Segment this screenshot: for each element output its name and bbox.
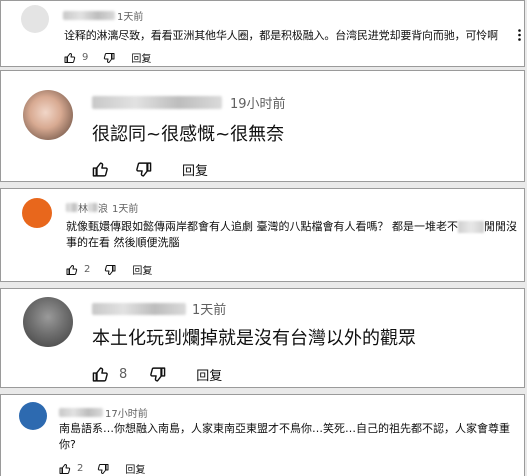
like-count: 8 (119, 367, 128, 382)
avatar[interactable] (23, 297, 73, 347)
comment-card: 林 浪 1天前 就像甄嬛傳跟如懿傳兩岸都會有人追劇 臺灣的八點檔會有人看嗎？ 都… (0, 188, 525, 282)
like-count: 2 (84, 264, 91, 275)
more-vertical-icon[interactable] (515, 29, 524, 41)
comment-card: 17小时前 南島語系…你想融入南島，人家東南亞東盟才不鳥你…笑死…自己的祖先都不… (0, 394, 525, 476)
censor-mask (458, 221, 484, 233)
reply-button[interactable]: 回复 (196, 365, 222, 384)
thumb-up-icon[interactable] (92, 161, 109, 178)
thumb-up-icon[interactable] (66, 264, 78, 276)
comment-time[interactable]: 17小时前 (105, 405, 148, 420)
comment-text: 南島語系…你想融入南島，人家東南亞東盟才不鳥你…笑死…自己的祖先都不認，人家會尊… (59, 422, 510, 451)
comment-card: 1天前 本土化玩到爛掉就是沒有台灣以外的觀眾 8 回复 (0, 288, 525, 388)
thumb-up-icon[interactable] (64, 52, 76, 64)
comment-text: 就像甄嬛傳跟如懿傳兩岸都會有人追劇 臺灣的八點檔會有人看嗎？ 都是一堆老不 閒閒沒… (66, 219, 518, 251)
blurred-username[interactable] (88, 203, 98, 212)
blurred-username[interactable] (59, 408, 103, 417)
comment-text: 本土化玩到爛掉就是沒有台灣以外的觀眾 (92, 328, 416, 349)
comment-text-part: 就像甄嬛傳跟如懿傳兩岸都會有人追劇 臺灣的八點檔會有人看嗎？ 都是一堆老不 (66, 220, 458, 233)
thumb-down-icon[interactable] (149, 366, 166, 383)
blurred-username[interactable] (92, 96, 222, 109)
comment-author: 19小时前 (92, 93, 286, 112)
avatar[interactable] (23, 90, 73, 140)
reply-button[interactable]: 回复 (125, 461, 145, 476)
reply-button[interactable]: 回复 (131, 50, 151, 65)
thumb-down-icon[interactable] (104, 264, 116, 276)
comment-author: 1天前 (92, 299, 226, 318)
thumb-down-icon[interactable] (103, 52, 115, 64)
avatar[interactable] (22, 198, 52, 228)
comment-text: 诠释的淋漓尽致，看看亚洲其他华人圈，都是积极融入。台湾民进党却要背向而驰，可怜啊 (64, 29, 498, 42)
thumb-up-icon[interactable] (92, 366, 109, 383)
avatar[interactable] (21, 5, 49, 33)
avatar[interactable] (19, 402, 47, 430)
comment-actions: 8 回复 (92, 365, 222, 384)
like-count: 9 (82, 52, 89, 63)
comment-actions: 2 回复 (59, 461, 145, 476)
blurred-username[interactable] (66, 203, 78, 212)
comment-time[interactable]: 1天前 (192, 299, 226, 318)
blurred-username[interactable] (63, 11, 115, 20)
thumb-up-icon[interactable] (59, 463, 71, 475)
comment-time[interactable]: 1天前 (117, 8, 143, 23)
comment-time[interactable]: 1天前 (112, 200, 138, 215)
comment-time[interactable]: 19小时前 (230, 93, 286, 112)
avatar-letter (22, 198, 52, 228)
comment-author: 17小时前 (59, 405, 148, 420)
author-fragment[interactable]: 林 (78, 200, 88, 215)
like-count: 2 (77, 463, 84, 474)
author-suffix[interactable]: 浪 (98, 200, 108, 215)
reply-button[interactable]: 回复 (182, 160, 208, 179)
comment-text: 很認同~很感慨~很無奈 (92, 124, 285, 145)
comment-author: 林 浪 1天前 (66, 200, 138, 215)
comment-card: 19小时前 很認同~很感慨~很無奈 回复 (0, 70, 525, 182)
thumb-down-icon[interactable] (97, 463, 109, 475)
comment-actions: 2 回复 (66, 262, 152, 277)
thumb-down-icon[interactable] (135, 161, 152, 178)
comment-actions: 9 回复 (64, 50, 151, 65)
comment-actions: 回复 (92, 160, 208, 179)
blurred-username[interactable] (92, 302, 186, 315)
comment-card: 1天前 诠释的淋漓尽致，看看亚洲其他华人圈，都是积极融入。台湾民进党却要背向而驰… (0, 0, 525, 67)
reply-button[interactable]: 回复 (132, 262, 152, 277)
comment-author: 1天前 (63, 8, 143, 23)
